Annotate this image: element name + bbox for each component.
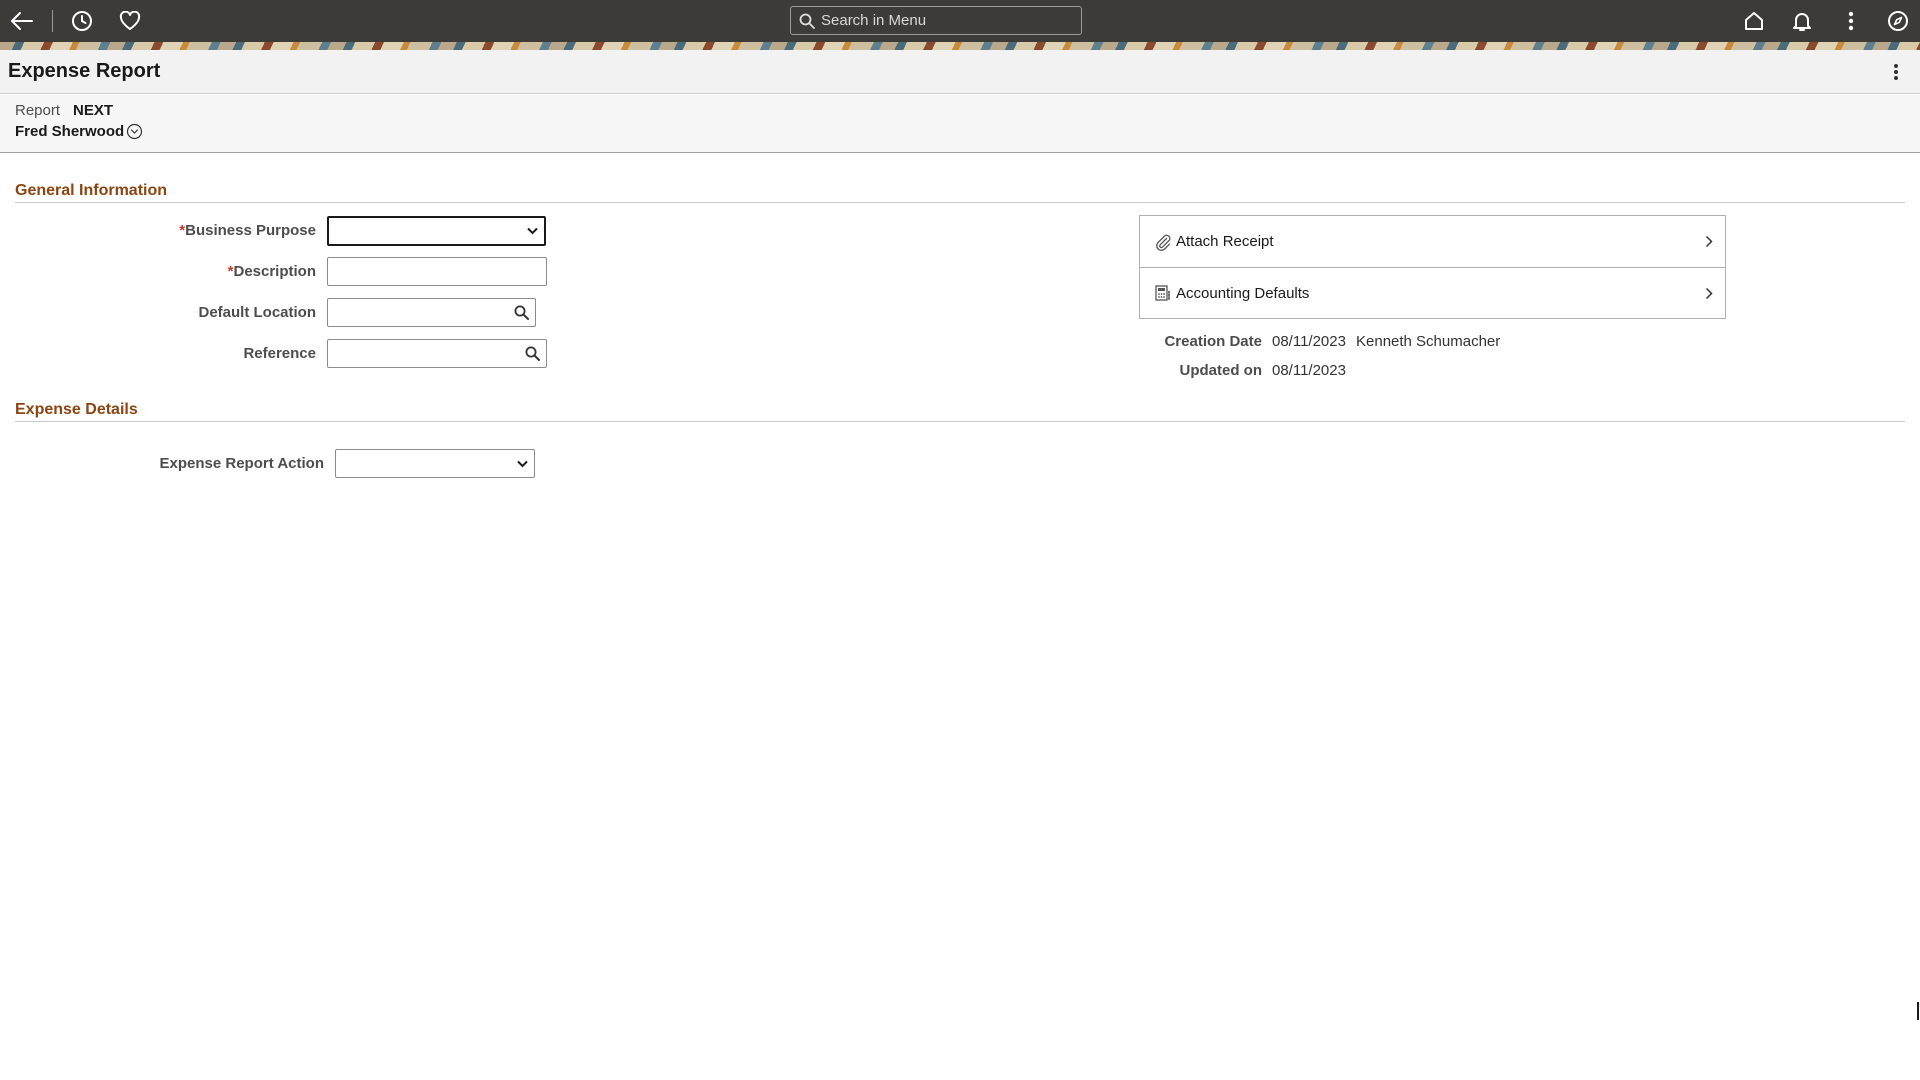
attach-receipt-link[interactable]: Attach Receipt <box>1140 216 1725 267</box>
default-location-field[interactable] <box>327 298 536 327</box>
chevron-right-icon <box>1705 287 1713 299</box>
top-navigation-bar: Search in Menu <box>0 0 1920 42</box>
expense-report-action-label: Expense Report Action <box>159 455 324 472</box>
report-context-header: Report NEXT Fred Sherwood <box>0 95 1920 153</box>
expense-report-action-select[interactable] <box>335 449 535 478</box>
page-title: Expense Report <box>8 60 161 82</box>
employee-selector[interactable]: Fred Sherwood <box>15 123 143 140</box>
report-value: NEXT <box>73 102 114 119</box>
accounting-calculator-icon <box>1155 285 1170 301</box>
chevron-right-icon <box>1705 235 1713 248</box>
business-purpose-select[interactable] <box>327 216 546 246</box>
creation-date-label: Creation Date <box>1164 333 1262 350</box>
accounting-defaults-link[interactable]: Accounting Defaults <box>1140 267 1725 318</box>
navigator-compass-icon[interactable] <box>1885 8 1911 34</box>
search-icon <box>799 13 815 29</box>
expense-details-title: Expense Details <box>15 401 138 418</box>
accounting-defaults-label: Accounting Defaults <box>1176 284 1310 302</box>
expense-details-header: Expense Details <box>15 401 1905 422</box>
menu-search-input[interactable]: Search in Menu <box>790 6 1082 35</box>
chevron-down-circle-icon <box>127 123 143 140</box>
related-actions-group: Attach Receipt Accounting Defaults <box>1139 215 1726 319</box>
paperclip-icon <box>1156 234 1171 251</box>
report-label: Report <box>15 102 61 119</box>
actions-menu-icon[interactable] <box>1838 8 1864 34</box>
general-information-header: General Information <box>15 182 1905 203</box>
back-arrow-icon[interactable] <box>9 8 35 34</box>
chevron-down-icon <box>527 227 538 235</box>
reference-field[interactable] <box>327 339 547 368</box>
creation-date-value: 08/11/2023 <box>1272 333 1346 350</box>
page-actions-icon[interactable] <box>1886 60 1906 84</box>
reference-lookup-icon[interactable] <box>520 340 544 367</box>
notifications-bell-icon[interactable] <box>1789 8 1815 34</box>
attach-receipt-label: Attach Receipt <box>1176 233 1274 250</box>
text-cursor <box>1917 1002 1919 1020</box>
general-information-title: General Information <box>15 182 168 199</box>
recent-history-icon[interactable] <box>69 8 95 34</box>
business-purpose-label-text: Business Purpose <box>185 222 316 239</box>
created-by-name: Kenneth Schumacher <box>1356 333 1501 350</box>
description-label: *Description <box>120 263 316 280</box>
default-location-lookup-icon[interactable] <box>509 299 533 326</box>
home-icon[interactable] <box>1741 8 1767 34</box>
business-purpose-label: *Business Purpose <box>120 222 316 239</box>
reference-label: Reference <box>243 345 316 362</box>
default-location-label: Default Location <box>198 304 316 321</box>
search-placeholder: Search in Menu <box>821 12 927 29</box>
header-banner-image <box>0 42 1920 50</box>
page-title-bar: Expense Report <box>0 50 1920 94</box>
favorites-heart-icon[interactable] <box>117 8 143 34</box>
employee-name: Fred Sherwood <box>15 123 125 140</box>
nav-divider <box>52 10 53 32</box>
updated-on-label: Updated on <box>1179 362 1263 379</box>
description-label-text: Description <box>233 263 316 280</box>
description-field[interactable] <box>327 257 547 286</box>
chevron-down-icon <box>517 460 528 467</box>
updated-on-value: 08/11/2023 <box>1272 362 1346 379</box>
